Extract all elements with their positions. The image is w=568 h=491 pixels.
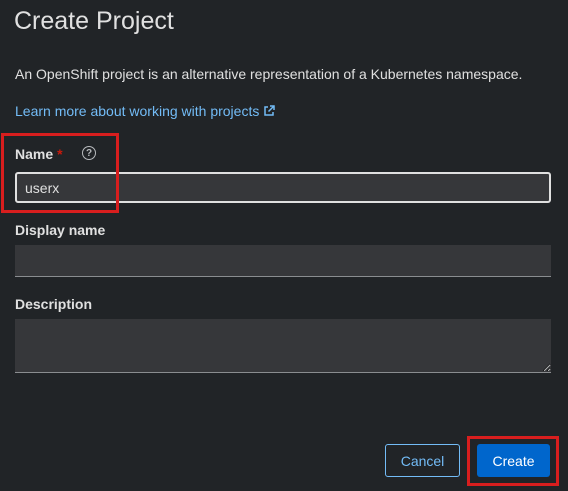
learn-more-link-label: Learn more about working with projects <box>15 103 260 119</box>
external-link-icon <box>264 105 276 116</box>
learn-more-link[interactable]: Learn more about working with projects <box>15 103 276 119</box>
help-icon[interactable]: ? <box>82 146 96 160</box>
display-name-input[interactable] <box>15 245 551 277</box>
display-name-label: Display name <box>15 222 106 238</box>
page-description: An OpenShift project is an alternative r… <box>15 66 523 82</box>
create-button[interactable]: Create <box>477 444 550 477</box>
description-label: Description <box>15 296 93 312</box>
name-input[interactable] <box>15 172 551 203</box>
cancel-button[interactable]: Cancel <box>385 444 460 477</box>
page-title: Create Project <box>14 7 174 35</box>
name-label-text: Name <box>15 146 54 162</box>
help-icon-glyph: ? <box>85 147 93 159</box>
description-textarea[interactable] <box>15 319 551 373</box>
name-label: Name * <box>15 146 63 162</box>
required-marker: * <box>57 146 63 162</box>
